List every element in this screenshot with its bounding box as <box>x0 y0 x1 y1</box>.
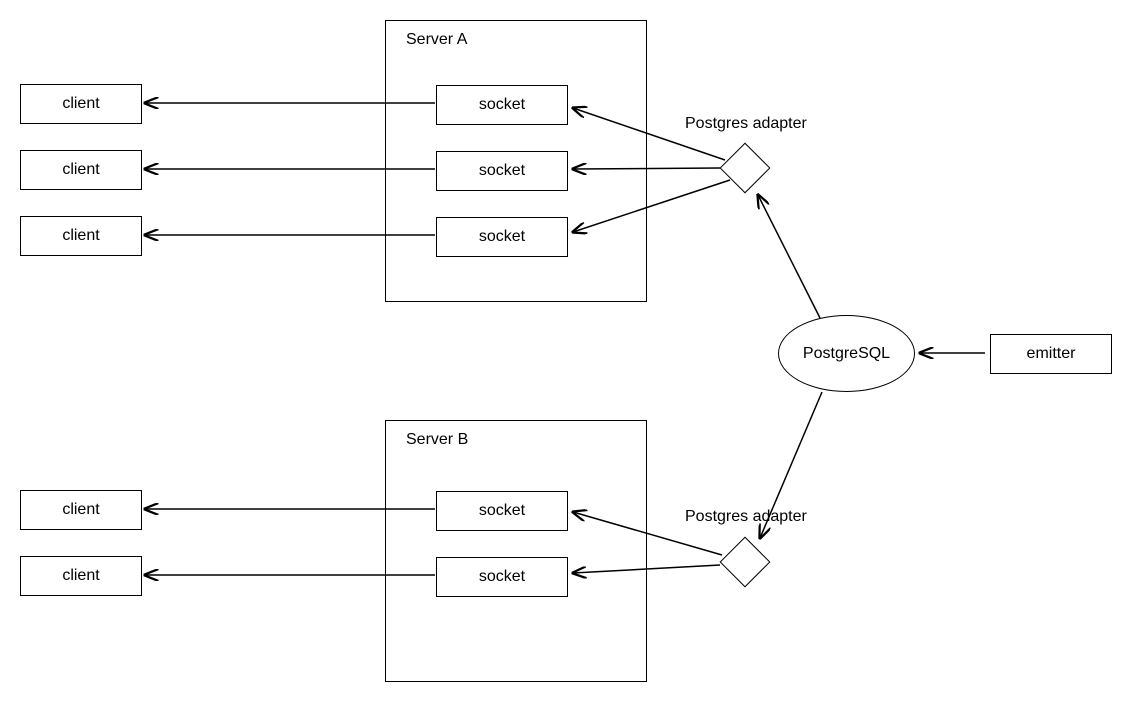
socket-label: socket <box>479 568 525 586</box>
client-label: client <box>62 567 99 585</box>
socket-label: socket <box>479 96 525 114</box>
adapter-b-diamond <box>720 537 771 588</box>
postgresql-label: PostgreSQL <box>803 345 890 363</box>
socket-box: socket <box>436 151 568 191</box>
diagram-canvas: client client client Server A socket soc… <box>0 0 1134 702</box>
socket-box: socket <box>436 557 568 597</box>
client-label: client <box>62 501 99 519</box>
client-box: client <box>20 216 142 256</box>
socket-label: socket <box>479 228 525 246</box>
socket-box: socket <box>436 85 568 125</box>
socket-box: socket <box>436 217 568 257</box>
client-box: client <box>20 150 142 190</box>
client-label: client <box>62 161 99 179</box>
emitter-box: emitter <box>990 334 1112 374</box>
adapter-b-label: Postgres adapter <box>685 508 807 526</box>
server-b-title: Server B <box>406 431 468 449</box>
client-label: client <box>62 227 99 245</box>
client-box: client <box>20 490 142 530</box>
client-box: client <box>20 556 142 596</box>
server-a-box: Server A socket socket socket <box>385 20 647 302</box>
client-box: client <box>20 84 142 124</box>
socket-label: socket <box>479 162 525 180</box>
server-a-title: Server A <box>406 31 467 49</box>
server-b-box: Server B socket socket <box>385 420 647 682</box>
postgresql-node: PostgreSQL <box>778 315 915 392</box>
adapter-a-label: Postgres adapter <box>685 115 807 133</box>
client-label: client <box>62 95 99 113</box>
emitter-label: emitter <box>1027 345 1076 363</box>
socket-box: socket <box>436 491 568 531</box>
adapter-a-diamond <box>720 143 771 194</box>
socket-label: socket <box>479 502 525 520</box>
